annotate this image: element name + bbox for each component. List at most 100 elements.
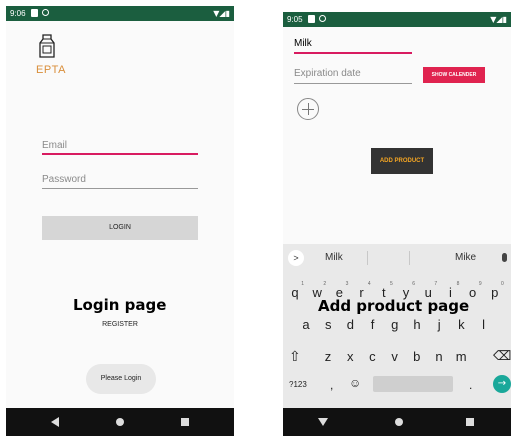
key-hint: 4 (367, 281, 371, 287)
toast-message: Please Login (86, 364, 156, 394)
signal-battery-icons: ▼◢▮ (213, 9, 230, 18)
status-bar: 9:05 ▼◢▮ (283, 12, 511, 27)
email-field[interactable]: Email (42, 139, 198, 155)
key-v[interactable]: v (386, 346, 404, 368)
status-bar: 9:06 ▼◢▮ (6, 6, 234, 21)
status-time: 9:06 (10, 9, 26, 18)
expiration-underline (294, 83, 412, 84)
comma-key[interactable]: , (330, 378, 333, 392)
key-f[interactable]: f (364, 314, 382, 336)
key-z[interactable]: z (319, 346, 337, 368)
key-label: s (324, 317, 332, 332)
key-x[interactable]: x (341, 346, 359, 368)
key-label: x (346, 349, 354, 364)
password-placeholder: Password (42, 174, 86, 185)
register-link[interactable]: REGISTER (6, 321, 234, 328)
key-hint: 9 (478, 281, 482, 287)
nav-bar (283, 408, 511, 436)
key-a[interactable]: a (297, 314, 315, 336)
key-q[interactable]: q1 (286, 281, 304, 304)
key-label: b (413, 349, 421, 364)
key-k[interactable]: k (452, 314, 470, 336)
soft-keyboard: > Milk Mike q1w2e3r4t5y6u7i8o9p0 asdfghj… (283, 244, 511, 408)
chevron-right-icon[interactable]: > (288, 250, 304, 266)
key-hint: 1 (301, 281, 304, 287)
key-label: c (369, 349, 376, 364)
key-label: z (324, 349, 332, 364)
product-name-field[interactable]: Milk (294, 38, 412, 54)
email-placeholder: Email (42, 140, 68, 151)
key-hint: 7 (434, 281, 438, 287)
notification-icon (319, 15, 326, 22)
key-label: j (437, 317, 441, 332)
signal-battery-icons: ▼◢▮ (490, 15, 507, 24)
home-icon[interactable] (395, 418, 403, 426)
add-product-screen: 9:05 ▼◢▮ Milk Expiration date SHOW CALEN… (283, 12, 511, 436)
backspace-key[interactable]: ⌫ (493, 348, 511, 364)
email-underline (42, 153, 198, 155)
enter-key[interactable]: → (493, 375, 511, 393)
password-field[interactable]: Password (42, 173, 198, 189)
symbols-key[interactable]: ?123 (289, 380, 307, 389)
key-label: p (491, 285, 499, 300)
key-n[interactable]: n (430, 346, 448, 368)
login-screen: 9:06 ▼◢▮ EPTA Email Password LOGIN Login… (6, 6, 234, 436)
key-label: h (413, 317, 421, 332)
key-label: k (458, 317, 465, 332)
suggestion-item[interactable]: Milk (325, 252, 343, 263)
key-label: m (455, 349, 467, 364)
key-hint: 5 (390, 281, 393, 287)
key-d[interactable]: d (341, 314, 359, 336)
suggestion-divider (367, 251, 368, 265)
show-calendar-button[interactable]: SHOW CALENDER (423, 67, 485, 83)
sim-icon (308, 15, 315, 23)
suggestion-strip: > Milk Mike (283, 244, 511, 272)
mic-icon[interactable] (502, 253, 507, 262)
expiration-placeholder: Expiration date (294, 68, 361, 79)
key-hint: 0 (501, 281, 504, 287)
period-key[interactable]: . (469, 378, 472, 392)
key-hint: 3 (345, 281, 349, 287)
key-label: n (435, 349, 443, 364)
expiration-date-field[interactable]: Expiration date (294, 68, 412, 84)
product-name-value: Milk (294, 38, 312, 49)
key-c[interactable]: c (363, 346, 381, 368)
back-icon[interactable] (51, 417, 59, 427)
suggestion-item[interactable]: Mike (455, 252, 476, 263)
password-underline (42, 188, 198, 189)
key-m[interactable]: m (452, 346, 470, 368)
key-hint: 6 (412, 281, 415, 287)
recent-apps-icon[interactable] (181, 418, 189, 426)
sim-icon (31, 9, 38, 17)
key-s[interactable]: s (319, 314, 337, 336)
key-label: v (391, 349, 398, 364)
recent-apps-icon[interactable] (466, 418, 474, 426)
suggestion-divider (409, 251, 410, 265)
login-button[interactable]: LOGIN (42, 216, 198, 240)
key-g[interactable]: g (386, 314, 404, 336)
app-logo-text: EPTA (36, 64, 66, 76)
add-product-page-caption: Add product page (318, 297, 470, 315)
shift-key[interactable]: ⇧ (289, 348, 301, 365)
key-j[interactable]: j (430, 314, 448, 336)
key-label: a (302, 317, 310, 332)
key-label: g (391, 317, 399, 332)
milk-carton-icon (39, 34, 55, 58)
keyboard-hide-icon[interactable] (318, 418, 328, 426)
add-product-button[interactable]: ADD PRODUCT (371, 148, 433, 174)
key-h[interactable]: h (408, 314, 426, 336)
home-icon[interactable] (116, 418, 124, 426)
key-label: o (468, 285, 477, 300)
key-hint: 2 (323, 281, 327, 287)
status-time: 9:05 (287, 15, 303, 24)
key-label: l (482, 317, 486, 332)
key-p[interactable]: p0 (486, 281, 504, 304)
emoji-key[interactable]: ☺ (349, 376, 361, 390)
key-l[interactable]: l (475, 314, 493, 336)
key-b[interactable]: b (408, 346, 426, 368)
add-circle-icon[interactable] (297, 98, 319, 120)
space-key[interactable] (373, 376, 453, 392)
key-label: d (346, 317, 354, 332)
notification-icon (42, 9, 49, 16)
key-hint: 8 (456, 281, 460, 287)
